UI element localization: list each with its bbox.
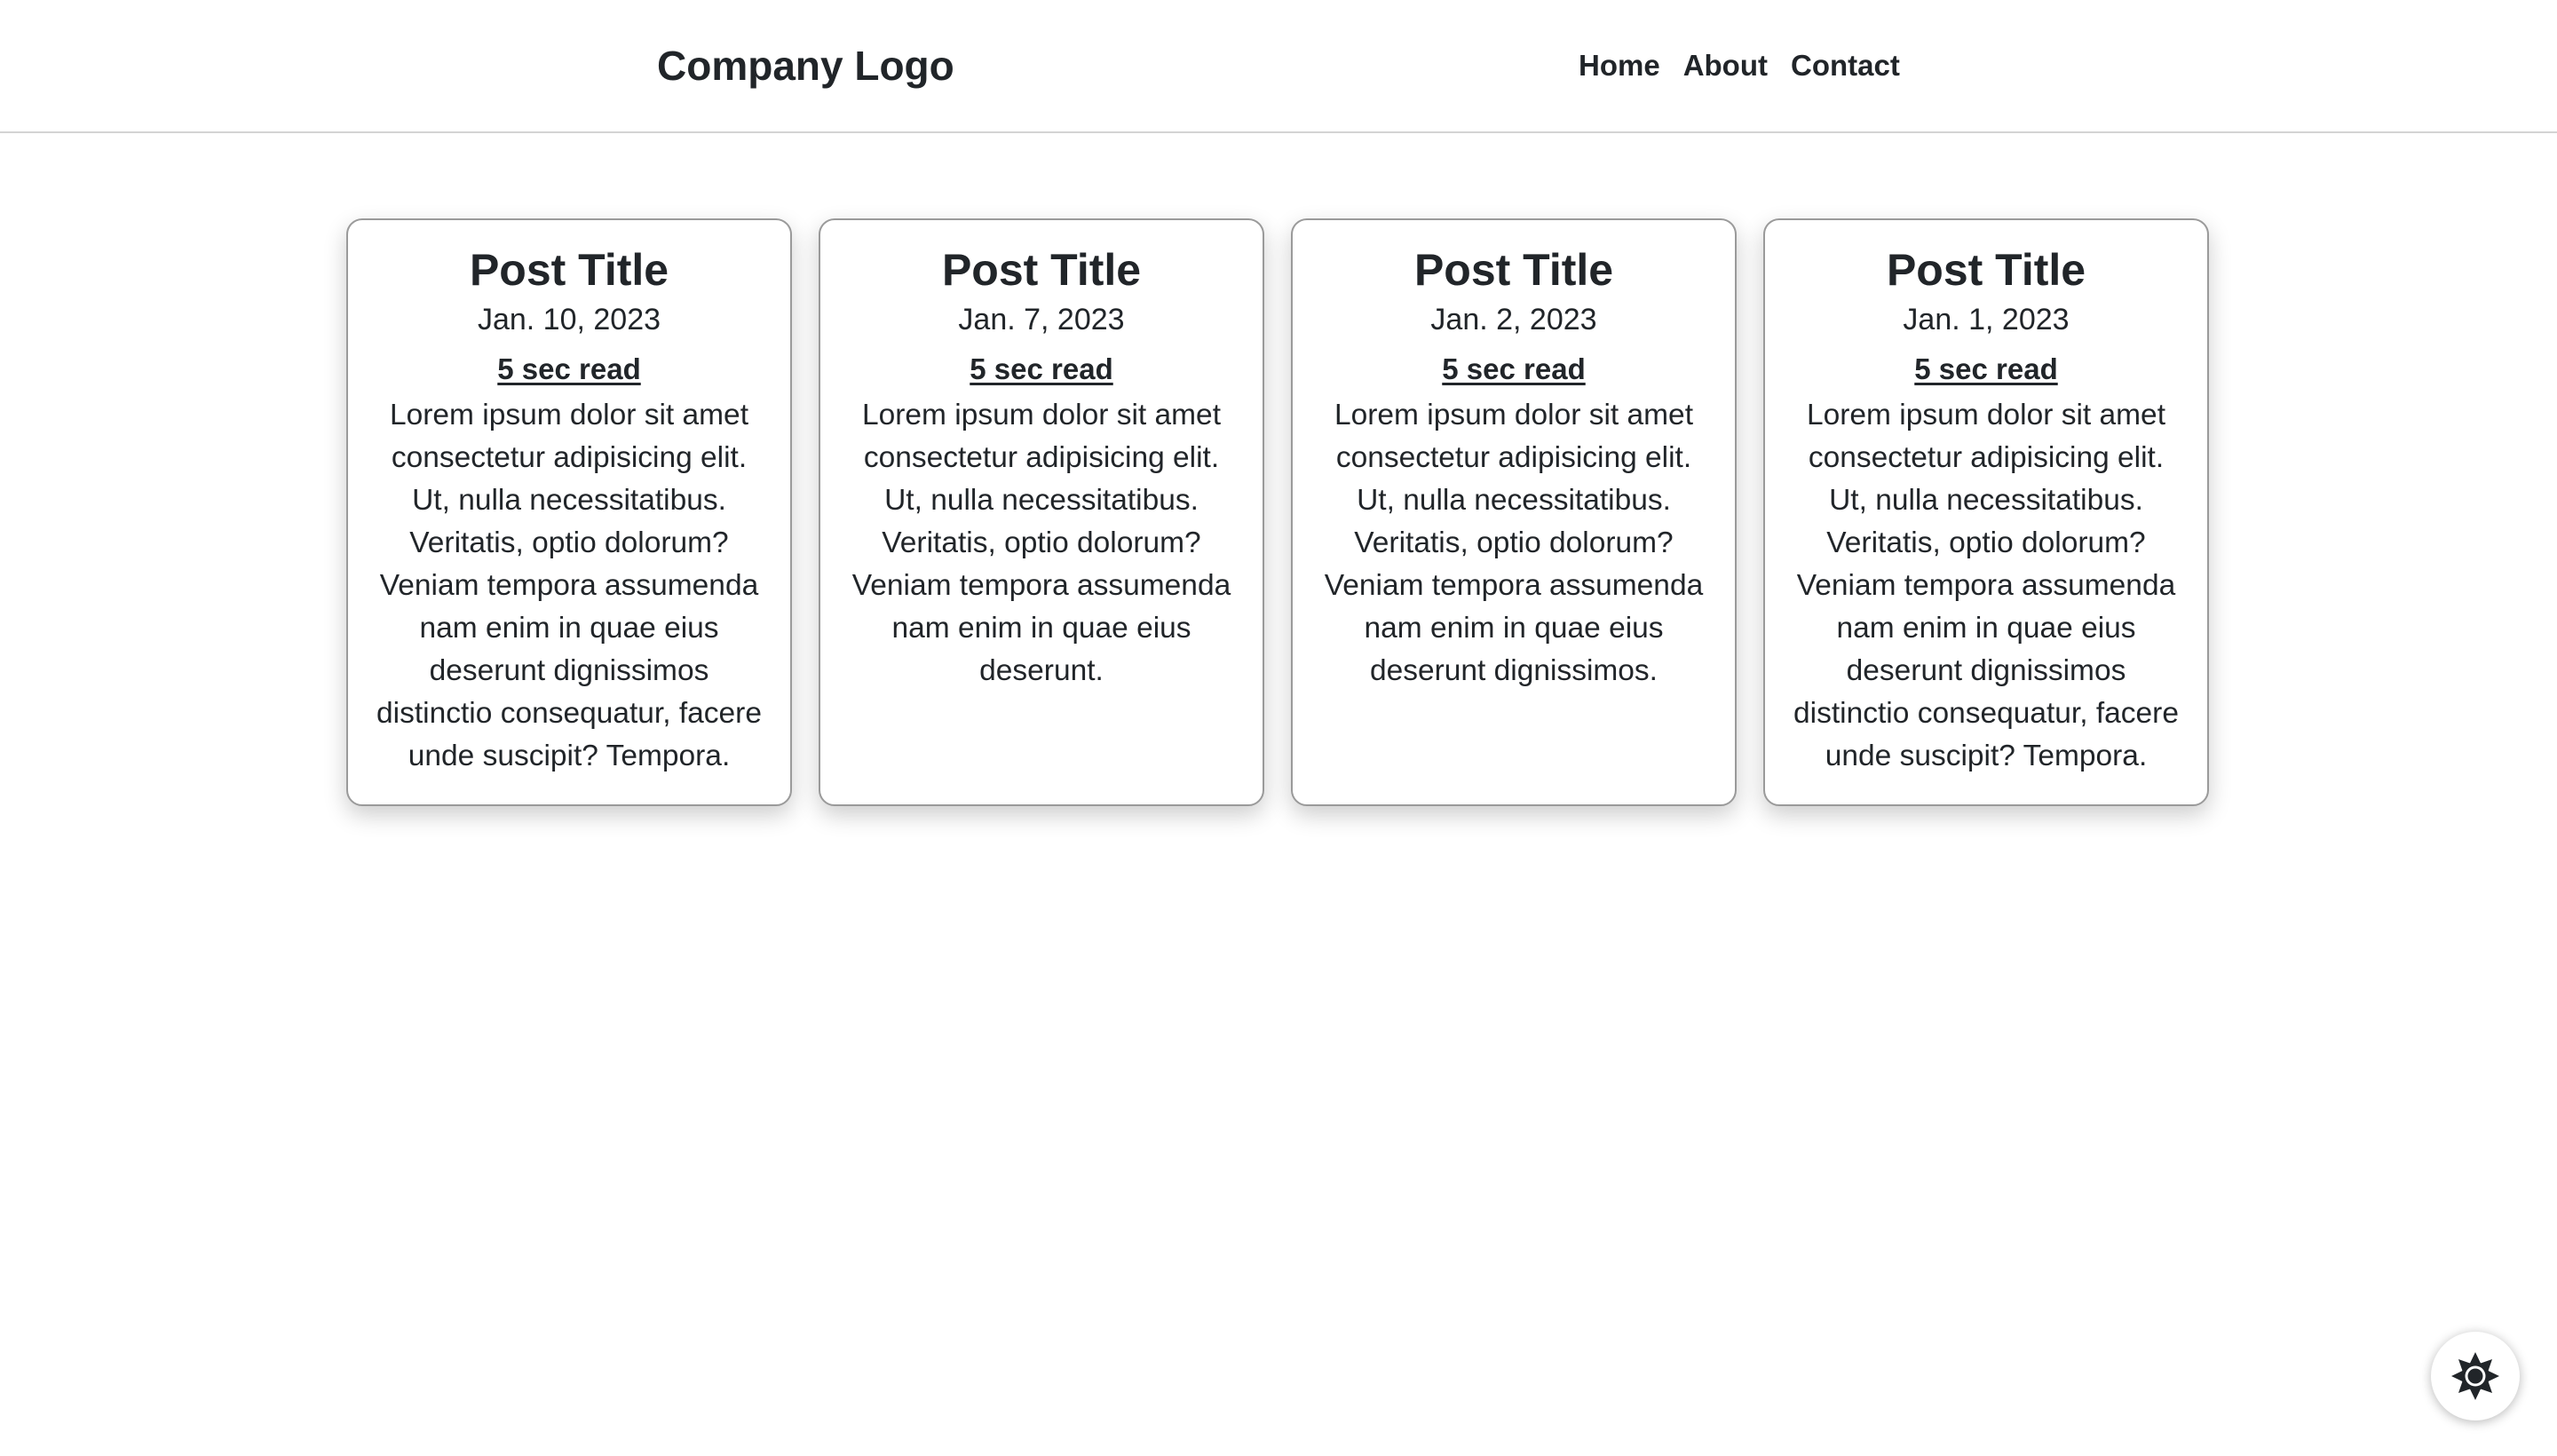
main-nav: Home About Contact: [1579, 46, 1900, 85]
post-list: Post Title Jan. 10, 2023 5 sec read Lore…: [346, 218, 2209, 806]
company-logo[interactable]: Company Logo: [657, 39, 954, 92]
post-date: Jan. 2, 2023: [1430, 303, 1597, 336]
read-time-link[interactable]: 5 sec read: [1442, 348, 1585, 391]
nav-link-home[interactable]: Home: [1579, 46, 1660, 85]
read-time-link[interactable]: 5 sec read: [1914, 348, 2057, 391]
sun-icon: [2451, 1352, 2499, 1400]
post-title: Post Title: [1413, 245, 1614, 295]
read-time-link[interactable]: 5 sec read: [970, 348, 1112, 391]
read-time-link[interactable]: 5 sec read: [497, 348, 640, 391]
post-excerpt: Lorem ipsum dolor sit amet consectetur a…: [851, 399, 1231, 687]
post-date: Jan. 7, 2023: [958, 303, 1125, 336]
post-card: Post Title Jan. 7, 2023 5 sec read Lorem…: [819, 218, 1264, 806]
site-header: Company Logo Home About Contact: [0, 0, 2557, 133]
nav-link-contact[interactable]: Contact: [1791, 46, 1900, 85]
theme-toggle-button[interactable]: [2431, 1332, 2520, 1420]
post-date: Jan. 1, 2023: [1903, 303, 2070, 336]
post-title: Post Title: [469, 245, 669, 295]
post-title: Post Title: [1886, 245, 2086, 295]
post-card: Post Title Jan. 2, 2023 5 sec read Lorem…: [1291, 218, 1737, 806]
post-excerpt: Lorem ipsum dolor sit amet consectetur a…: [1793, 399, 2179, 772]
post-title: Post Title: [941, 245, 1142, 295]
nav-link-about[interactable]: About: [1683, 46, 1768, 85]
post-card: Post Title Jan. 1, 2023 5 sec read Lorem…: [1763, 218, 2209, 806]
post-date: Jan. 10, 2023: [477, 303, 661, 336]
post-card: Post Title Jan. 10, 2023 5 sec read Lore…: [346, 218, 792, 806]
post-excerpt: Lorem ipsum dolor sit amet consectetur a…: [1324, 399, 1704, 687]
post-excerpt: Lorem ipsum dolor sit amet consectetur a…: [376, 399, 762, 772]
